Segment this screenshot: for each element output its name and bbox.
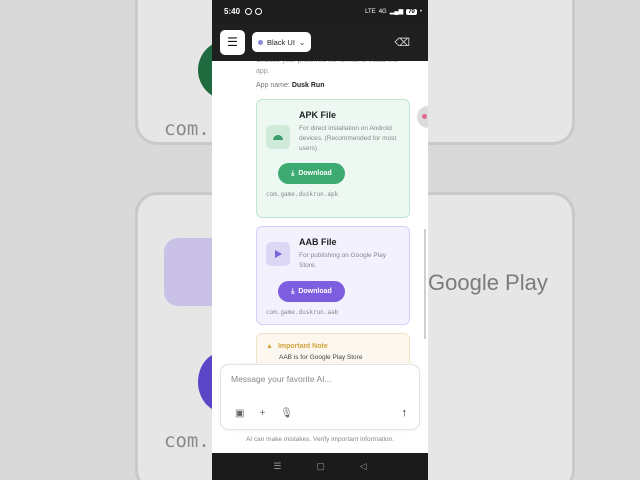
intro-text: Choose your preferred file format to ins… <box>256 61 398 75</box>
recents-icon[interactable]: ☰ <box>273 461 281 472</box>
eraser-icon: ⌫ <box>394 36 410 49</box>
home-icon[interactable]: ▢ <box>316 461 325 472</box>
background-text-google-play: Google Play <box>428 270 548 295</box>
app-notification-icon <box>255 8 263 15</box>
apk-package-name: com.game.duskrun.apk <box>266 191 339 198</box>
model-selector-label: Black UI <box>267 37 295 47</box>
model-dot-icon <box>258 39 263 45</box>
apk-download-button[interactable]: ⤓ Download <box>278 163 345 184</box>
aab-card: AAB File For publishing on Google Play S… <box>256 226 410 325</box>
apk-download-label: Download <box>298 170 332 177</box>
disclaimer: AI can make mistakes. Verify important i… <box>245 436 395 443</box>
message-composer: Message your favorite AI... ▣ + 🎙 ↑ <box>220 364 420 430</box>
aab-download-label: Download <box>298 288 332 295</box>
status-time: 5:40 <box>224 7 241 16</box>
lte-indicator: LTE <box>365 8 376 15</box>
apk-title: APK File <box>299 110 337 120</box>
download-icon: ⤓ <box>291 169 295 177</box>
apk-description: For direct installation on Android devic… <box>299 125 397 152</box>
hamburger-icon: ☰ <box>227 35 238 49</box>
signal-icon: ▂▄▆ <box>389 9 404 15</box>
app-name-value: Dusk Run <box>291 82 325 89</box>
apk-card-head: APK File For direct installation on Andr… <box>266 110 400 154</box>
background-text-com-1: com. <box>164 118 210 140</box>
warning-icon: ▲ <box>266 343 273 350</box>
network-indicator: 4G <box>378 8 387 15</box>
image-icon[interactable]: ▣ <box>235 408 244 419</box>
battery-icon: 70 <box>406 8 417 15</box>
chevron-down-icon: ⌄ <box>298 37 306 47</box>
play-icon <box>266 242 290 266</box>
download-icon: ⤓ <box>291 287 295 295</box>
microphone-icon[interactable]: 🎙 <box>280 408 293 419</box>
background-text-com-2: com. <box>164 430 210 452</box>
message-input[interactable]: Message your favorite AI... <box>231 374 332 384</box>
chat-content[interactable]: Choose your preferred file format to ins… <box>212 61 428 363</box>
android-nav-bar: ☰ ▢ ◁ <box>212 453 428 480</box>
facebook-icon <box>245 8 253 15</box>
aab-card-head: AAB File For publishing on Google Play S… <box>266 237 400 271</box>
send-button[interactable]: ↑ <box>402 407 408 419</box>
aab-package-name: com.game.duskrun.aab <box>266 309 339 316</box>
app-name-line: App name: Dusk Run <box>256 80 410 91</box>
aab-title: AAB File <box>299 237 337 247</box>
note-text: AAB is for Google Play Store <box>279 354 363 361</box>
status-bar: 5:40 LTE 4G ▂▄▆ 70 • <box>212 0 428 23</box>
composer-tools: ▣ + 🎙 <box>235 408 293 419</box>
top-bar: ☰ Black UI ⌄ ⌫ <box>212 23 428 61</box>
arrow-up-icon: ↑ <box>401 407 408 419</box>
android-icon <box>266 125 290 149</box>
important-note: ▲ Important Note AAB is for Google Play … <box>256 333 410 363</box>
model-selector[interactable]: Black UI ⌄ <box>252 32 312 52</box>
back-icon[interactable]: ◁ <box>360 461 367 472</box>
status-dot-icon: • <box>419 8 422 15</box>
app-name-label: App name: <box>256 82 290 89</box>
clear-chat-button[interactable]: ⌫ <box>394 36 410 49</box>
status-notification-icons <box>245 8 263 15</box>
message-body: Choose your preferred file format to ins… <box>256 61 410 363</box>
aab-card-text: AAB File For publishing on Google Play S… <box>299 237 400 271</box>
apk-card: APK File For direct installation on Andr… <box>256 99 410 218</box>
phone-screen: 5:40 LTE 4G ▂▄▆ 70 • ☰ Black UI ⌄ ⌫ Choo… <box>212 0 428 480</box>
status-right: LTE 4G ▂▄▆ 70 • <box>365 8 422 15</box>
note-title-row: ▲ Important Note <box>266 343 400 350</box>
apk-card-text: APK File For direct installation on Andr… <box>299 110 400 154</box>
aab-description: For publishing on Google Play Store. <box>299 252 387 269</box>
menu-button[interactable]: ☰ <box>220 29 245 55</box>
note-title: Important Note <box>277 343 328 350</box>
aab-download-button[interactable]: ⤓ Download <box>278 281 345 302</box>
plus-icon[interactable]: + <box>259 408 265 419</box>
scrollbar[interactable] <box>424 229 426 339</box>
